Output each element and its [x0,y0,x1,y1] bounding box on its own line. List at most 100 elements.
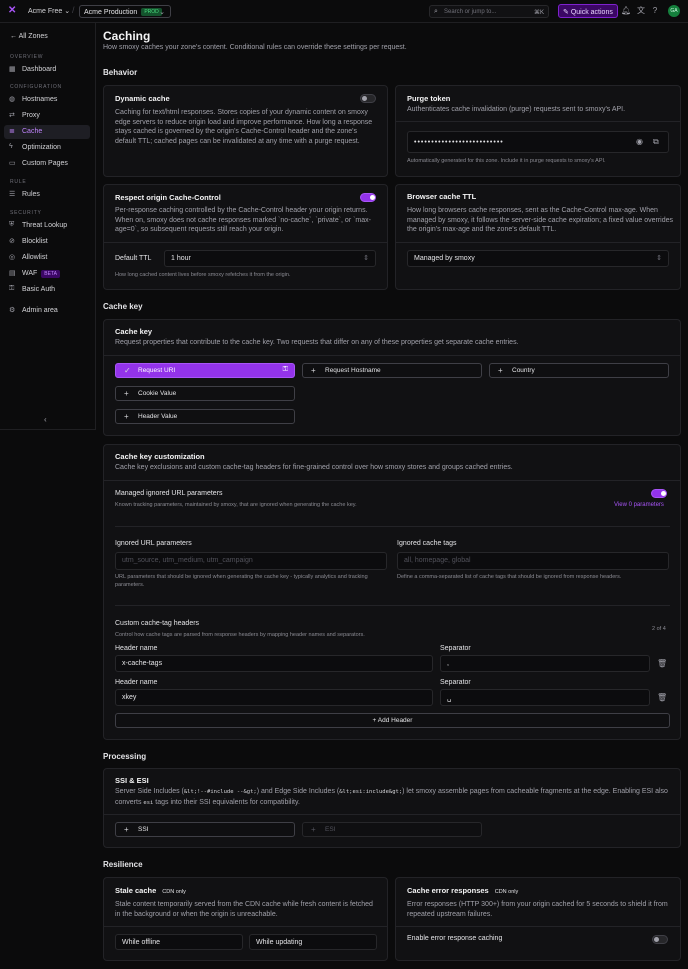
sidebar-item-waf[interactable]: ▤ WAF BETA [4,267,90,281]
sidebar-item-proxy[interactable]: ⇄ Proxy [4,109,90,123]
code-snippet: &lt;!--#include --&gt; [183,789,257,795]
collapse-sidebar-icon[interactable]: ‹ [44,415,47,424]
cdn-only-badge: CDN only [494,889,519,895]
plus-icon: + [124,412,129,421]
desc-text: Server Side Includes ( [115,788,184,795]
all-zones-link[interactable]: ← All Zones [10,33,48,40]
default-ttl-help: How long cached content lives before smo… [115,272,291,278]
request-hostname-button[interactable]: + Request Hostname [302,363,482,378]
zone-switcher[interactable]: Acme Production PROD ⌄ [79,5,171,18]
sidebar-item-allowlist[interactable]: ◎ Allowlist [4,251,90,265]
smoxy-logo-icon[interactable]: ✕ [8,6,18,16]
sidebar-item-label: Optimization [22,144,61,151]
ignored-params-help: URL parameters that should be ignored wh… [115,574,368,588]
while-updating-option[interactable]: While updating [249,934,377,950]
origin-cc-toggle[interactable] [360,193,376,202]
ignored-tags-help: Define a comma-separated list of cache t… [397,574,622,580]
purge-token-field[interactable]: •••••••••••••••••••••••••• [407,131,669,153]
request-uri-button[interactable]: ✓ Request URI ⚿ [115,363,295,378]
sidebar-item-cache[interactable]: ≣ Cache [4,125,90,139]
copy-icon[interactable]: ⧉ [653,137,659,147]
divider [104,814,680,815]
sidebar-item-admin-area[interactable]: ⚙ Admin area [4,304,90,318]
ignored-tags-label: Ignored cache tags [397,540,457,547]
plus-icon: + [372,717,377,724]
ignored-tags-input[interactable]: all, homepage, global [397,552,669,570]
dynamic-cache-desc: Caching for text/html responses. Stores … [115,109,373,145]
section-overview: OVERVIEW [10,54,44,60]
search-input[interactable]: ⌕ Search or jump to... ⌘K [429,5,549,18]
default-ttl-select[interactable]: 1 hour ⇕ [164,250,376,267]
desc-text: tags into their SSI equivalents for comp… [153,798,300,806]
plus-icon: + [124,389,129,398]
code-snippet: esi [143,799,154,806]
sidebar-item-rules[interactable]: ☰ Rules [4,188,90,202]
view-parameters-link[interactable]: View 0 parameters [614,502,664,508]
zone-name: Acme Production [84,9,138,16]
header-name-input[interactable]: x-cache-tags [115,655,433,672]
sidebar-item-label: Basic Auth [22,286,56,293]
cookie-value-button[interactable]: + Cookie Value [115,386,295,401]
separator-label: Separator [440,645,471,652]
dynamic-cache-toggle[interactable] [360,94,376,103]
trash-icon[interactable]: 🗑︎ [657,693,667,702]
trash-icon[interactable]: 🗑︎ [657,659,667,668]
eye-icon[interactable]: ◉ [636,137,643,146]
ignored-params-input[interactable]: utm_source, utm_medium, utm_campaign [115,552,387,570]
account-switcher[interactable]: Acme Free ⌄ [28,7,70,15]
esi-button[interactable]: + ESI [302,822,482,837]
sidebar-item-basic-auth[interactable]: ⚿ Basic Auth [4,283,90,297]
browser-ttl-desc: How long browsers cache responses, sent … [407,207,673,233]
chevron-down-icon: ⌄ [159,9,165,16]
lock-icon: ⚿ [282,366,288,373]
browser-ttl-select[interactable]: Managed by smoxy ⇕ [407,250,669,267]
customization-title: Cache key customization [115,452,205,461]
header-value-button[interactable]: + Header Value [115,409,295,424]
grid-icon: ▦ [9,66,16,73]
headers-count: 2 of 4 [652,626,666,632]
quick-actions-label: Quick actions [570,9,613,16]
avatar[interactable]: GA [668,5,680,17]
sidebar-item-custom-pages[interactable]: ▭ Custom Pages [4,157,90,171]
separator-input[interactable]: , [440,655,650,672]
dynamic-cache-card: Dynamic cache Caching for text/html resp… [103,85,388,177]
sidebar-item-optimization[interactable]: ϟ Optimization [4,141,90,155]
help-icon[interactable]: ? [650,6,660,16]
ssi-button[interactable]: + SSI [115,822,295,837]
separator-input[interactable]: ␣ [440,689,650,706]
cache-key-heading: Cache key [103,302,143,311]
check-icon: ✓ [124,366,131,375]
chevron-updown-icon: ⇕ [656,255,662,262]
button-label: Request Hostname [325,367,381,374]
add-header-button[interactable]: + Add Header [115,713,670,728]
sidebar-item-label: Admin area [22,307,58,314]
quick-actions-button[interactable]: ✎ Quick actions [558,4,618,18]
button-label: SSI [138,826,149,833]
divider [104,242,387,243]
purge-token-title: Purge token [407,94,451,103]
section-rule: RULE [10,179,27,185]
sidebar-item-threat-lookup[interactable]: ⛨ Threat Lookup [4,219,90,233]
managed-params-toggle[interactable] [651,489,667,498]
while-offline-option[interactable]: While offline [115,934,243,950]
cdn-only-badge: CDN only [162,889,186,895]
cache-key-card: Cache key Request properties that contri… [103,319,681,436]
arrow-left-icon: ← [10,33,17,40]
error-responses-title: Cache error responses CDN only [407,886,518,895]
sidebar-item-dashboard[interactable]: ▦ Dashboard [4,63,90,77]
divider [115,526,670,527]
processing-heading: Processing [103,752,147,761]
country-button[interactable]: + Country [489,363,669,378]
divider [104,480,680,481]
error-caching-toggle[interactable] [652,935,668,944]
origin-cache-control-card: Respect origin Cache-Control Per-respons… [103,184,388,290]
purge-token-card: Purge token Authenticates cache invalida… [395,85,681,177]
button-label: ESI [325,826,336,833]
sidebar-item-blocklist[interactable]: ⊘ Blocklist [4,235,90,249]
wand-icon: ✎ [563,9,569,16]
sidebar-item-hostnames[interactable]: ◍ Hostnames [4,93,90,107]
translate-icon[interactable]: 文 [636,6,646,16]
page-title: Caching [103,29,151,43]
bell-icon[interactable]: 🔔︎ [621,6,631,16]
header-name-input[interactable]: xkey [115,689,433,706]
